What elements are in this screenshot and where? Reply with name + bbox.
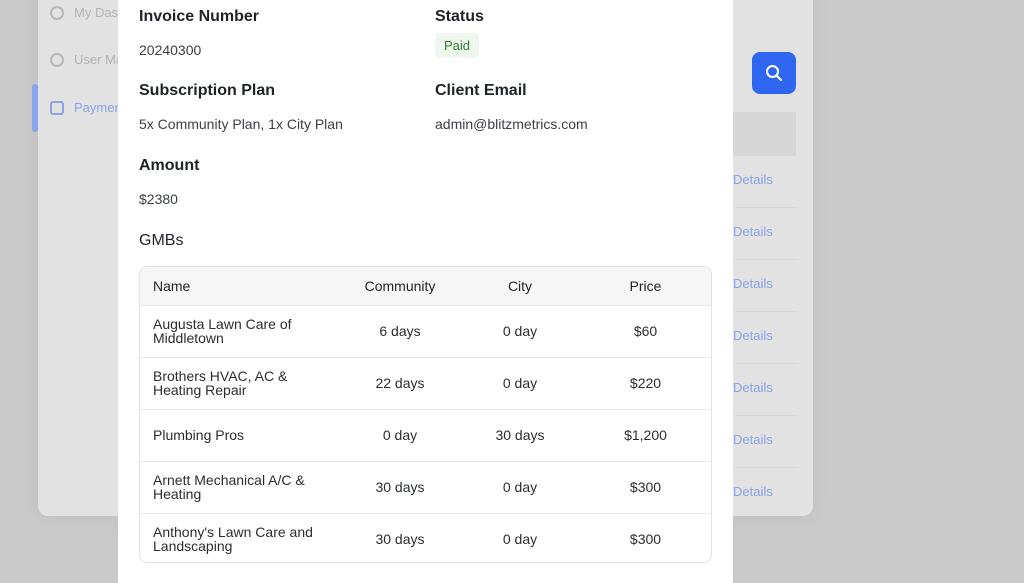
client-email-label: Client Email bbox=[435, 82, 527, 99]
client-email-value: admin@blitzmetrics.com bbox=[435, 116, 588, 132]
gmb-name-text: Arnett Mechanical A/C & Heating bbox=[153, 472, 305, 502]
column-header-name: Name bbox=[153, 277, 191, 294]
status-label: Status bbox=[435, 8, 484, 25]
city-days: 0 day bbox=[502, 323, 538, 339]
gmb-name-text: Plumbing Pros bbox=[153, 427, 245, 443]
amount-field: Amount $2380 bbox=[139, 157, 199, 207]
table-row: Arnett Mechanical A/C & Heating 30 days … bbox=[140, 461, 711, 513]
gmb-name-text: Anthony's Lawn Care and Landscaping bbox=[153, 524, 313, 555]
table-row: Anthony's Lawn Care and Landscaping 30 d… bbox=[140, 513, 711, 562]
column-header-price: Price bbox=[629, 277, 662, 294]
invoice-number-label: Invoice Number bbox=[139, 8, 260, 25]
gmb-table: Name Community City Price Augusta Lawn C… bbox=[139, 266, 712, 563]
row-details-link[interactable]: Details bbox=[733, 484, 773, 499]
price: $300 bbox=[629, 479, 662, 495]
subscription-plan-field: Subscription Plan 5x Community Plan, 1x … bbox=[139, 82, 343, 132]
price: $300 bbox=[629, 531, 662, 548]
gmbs-heading: GMBs bbox=[139, 232, 183, 250]
row-details-link[interactable]: Details bbox=[733, 328, 773, 343]
price: $60 bbox=[633, 323, 658, 339]
gmbs-label: GMBs bbox=[139, 232, 184, 249]
invoice-number-field: Invoice Number 20240300 bbox=[139, 8, 259, 58]
amount-label: Amount bbox=[139, 157, 200, 174]
row-details-link[interactable]: Details bbox=[733, 172, 773, 187]
search-button[interactable] bbox=[752, 52, 796, 94]
client-email-field: Client Email admin@blitzmetrics.com bbox=[435, 82, 588, 132]
table-row: Brothers HVAC, AC & Heating Repair 22 da… bbox=[140, 357, 711, 409]
community-days: 6 days bbox=[379, 323, 421, 339]
column-header-city: City bbox=[507, 277, 533, 294]
table-row: Augusta Lawn Care of Middletown 6 days 0… bbox=[140, 305, 711, 357]
gmb-name: Anthony's Lawn Care and Landscaping bbox=[140, 513, 340, 562]
city-days: 30 days bbox=[495, 427, 545, 443]
status-field: Status Paid bbox=[435, 8, 484, 58]
background-table-header bbox=[733, 112, 796, 156]
city-days: 0 day bbox=[502, 375, 538, 391]
gmb-name: Brothers HVAC, AC & Heating Repair bbox=[140, 357, 340, 409]
gmb-name: Arnett Mechanical A/C & Heating bbox=[140, 461, 340, 513]
status-badge: Paid bbox=[435, 33, 480, 58]
row-details-link[interactable]: Details bbox=[733, 432, 773, 447]
dashboard-icon bbox=[50, 5, 64, 20]
community-days: 22 days bbox=[375, 375, 425, 391]
gmb-name: Plumbing Pros bbox=[140, 409, 340, 461]
table-row: Plumbing Pros 0 day 30 days $1,200 bbox=[140, 409, 711, 461]
search-icon bbox=[766, 65, 782, 81]
sidebar-active-indicator bbox=[32, 84, 38, 132]
gmb-name-text: Brothers HVAC, AC & Heating Repair bbox=[153, 368, 288, 398]
row-details-link[interactable]: Details bbox=[733, 380, 773, 395]
community-days: 0 day bbox=[382, 427, 418, 443]
city-days: 0 day bbox=[502, 479, 538, 495]
subscription-plan-value: 5x Community Plan, 1x City Plan bbox=[139, 116, 343, 132]
column-header-community: Community bbox=[364, 277, 436, 294]
invoice-number-value: 20240300 bbox=[139, 42, 202, 58]
card-icon bbox=[50, 100, 64, 115]
price: $1,200 bbox=[624, 427, 667, 443]
gmb-name: Augusta Lawn Care of Middletown bbox=[140, 305, 340, 357]
users-icon bbox=[50, 52, 64, 67]
community-days: 30 days bbox=[375, 531, 425, 548]
row-details-link[interactable]: Details bbox=[733, 276, 773, 291]
amount-value: $2380 bbox=[139, 191, 178, 207]
community-days: 30 days bbox=[375, 479, 425, 495]
row-details-link[interactable]: Details bbox=[733, 224, 773, 239]
table-header-row: Name Community City Price bbox=[140, 267, 711, 305]
city-days: 0 day bbox=[502, 531, 538, 548]
invoice-details-modal: Invoice Number 20240300 Status Paid Subs… bbox=[118, 0, 733, 583]
subscription-plan-label: Subscription Plan bbox=[139, 82, 276, 99]
price: $220 bbox=[629, 375, 662, 391]
gmb-name-text: Augusta Lawn Care of Middletown bbox=[153, 316, 292, 346]
